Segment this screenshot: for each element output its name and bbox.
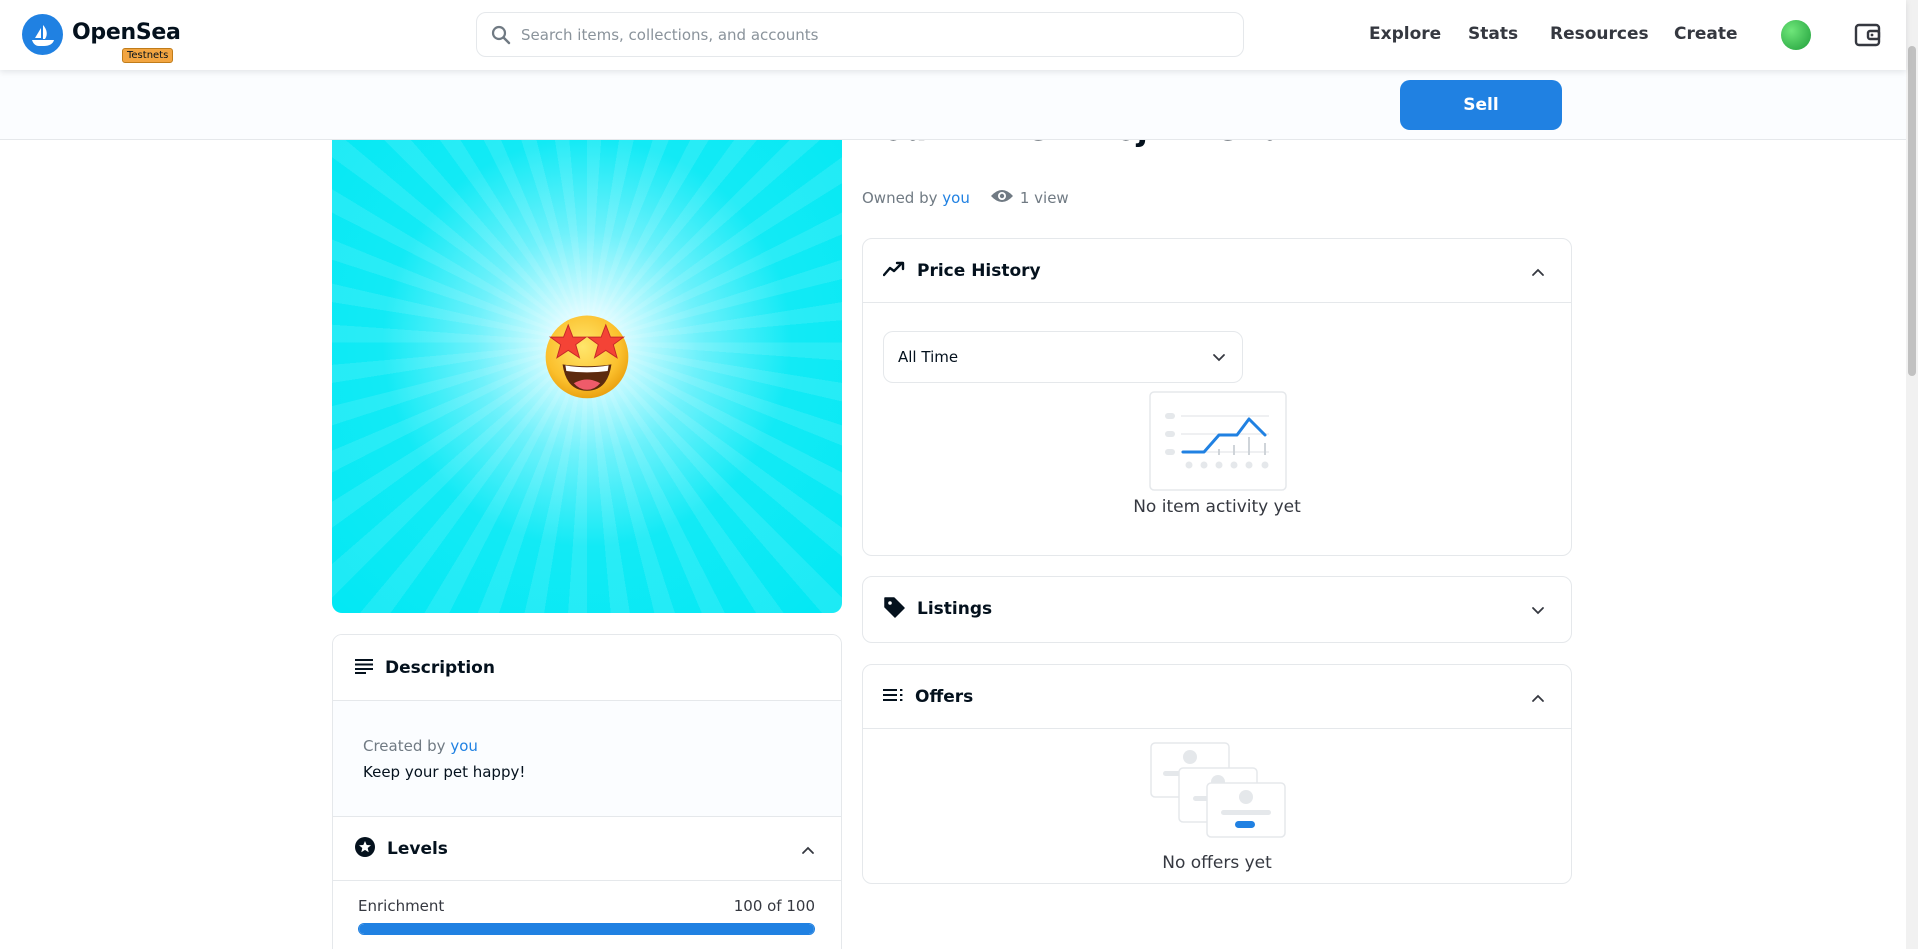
price-tag-icon <box>883 596 905 622</box>
empty-chart-illustration-icon <box>1149 391 1287 491</box>
level-progress-bar <box>358 923 815 935</box>
levels-title: Levels <box>387 838 448 859</box>
description-body: Created by you Keep your pet happy! <box>333 701 841 817</box>
owned-by-label: Owned by <box>862 189 938 207</box>
no-offers-text: No offers yet <box>1162 853 1272 873</box>
star-struck-emoji-icon <box>545 315 629 399</box>
period-select[interactable]: All Time <box>883 331 1243 383</box>
level-name: Enrichment <box>358 897 445 915</box>
star-circle-icon <box>355 836 375 861</box>
brand-name: OpenSea <box>72 20 181 45</box>
level-item: Enrichment 100 of 100 <box>333 881 841 935</box>
item-action-bar: Sell <box>0 70 1906 140</box>
listings-title: Listings <box>917 599 993 619</box>
offers-header[interactable]: Offers <box>863 665 1571 729</box>
nav-stats[interactable]: Stats <box>1468 24 1518 44</box>
opensea-ship-icon <box>22 14 63 55</box>
chevron-down-icon <box>1212 350 1226 364</box>
description-card: Description Created by you Keep your pet… <box>332 634 842 949</box>
testnets-badge: Testnets <box>122 48 174 63</box>
empty-offers-illustration-icon <box>1150 742 1286 838</box>
description-text: Keep your pet happy! <box>363 763 526 781</box>
level-progress-fill <box>359 924 814 934</box>
chevron-down-icon[interactable] <box>1531 602 1545 616</box>
creator-link[interactable]: you <box>450 737 478 755</box>
chevron-up-icon[interactable] <box>1531 690 1545 704</box>
chevron-up-icon[interactable] <box>801 842 815 856</box>
trending-chart-icon <box>882 261 905 281</box>
eye-icon <box>990 188 1014 208</box>
nft-image[interactable] <box>332 130 842 613</box>
level-value: 100 of 100 <box>733 897 815 915</box>
nav-resources[interactable]: Resources <box>1550 24 1649 44</box>
listings-panel: Listings <box>862 576 1572 643</box>
description-title: Description <box>385 657 495 678</box>
nav-create[interactable]: Create <box>1674 24 1738 44</box>
top-navbar: OpenSea Testnets Explore Stats Resources… <box>0 0 1906 70</box>
offers-title: Offers <box>915 686 974 707</box>
scrollbar-thumb[interactable] <box>1908 46 1916 376</box>
no-activity-text: No item activity yet <box>1133 497 1301 517</box>
search-bar <box>476 12 1244 57</box>
chevron-up-icon[interactable] <box>1531 264 1545 278</box>
owner-row: Owned by you 1 view <box>862 188 1069 208</box>
listings-header[interactable]: Listings <box>863 577 1571 641</box>
search-input[interactable] <box>521 25 1221 44</box>
search-icon <box>489 23 513 47</box>
wallet-icon[interactable] <box>1853 20 1883 50</box>
profile-avatar[interactable] <box>1781 20 1811 50</box>
list-lines-icon <box>883 687 903 706</box>
nav-explore[interactable]: Explore <box>1369 24 1441 44</box>
owner-link[interactable]: you <box>942 189 970 207</box>
period-select-value: All Time <box>898 348 959 366</box>
view-count: 1 view <box>1019 189 1069 207</box>
created-by-label: Created by <box>363 737 446 755</box>
description-lines-icon <box>355 658 373 678</box>
price-history-title: Price History <box>917 260 1041 281</box>
sell-button[interactable]: Sell <box>1400 80 1562 130</box>
offers-panel: Offers No offers yet <box>862 664 1572 884</box>
page-scrollbar[interactable] <box>1906 0 1918 949</box>
description-header[interactable]: Description <box>333 635 841 701</box>
price-history-panel: Price History All Time No item activity … <box>862 238 1572 556</box>
levels-header[interactable]: Levels <box>333 817 841 881</box>
opensea-logo[interactable]: OpenSea Testnets <box>22 14 192 64</box>
price-history-header[interactable]: Price History <box>863 239 1571 303</box>
